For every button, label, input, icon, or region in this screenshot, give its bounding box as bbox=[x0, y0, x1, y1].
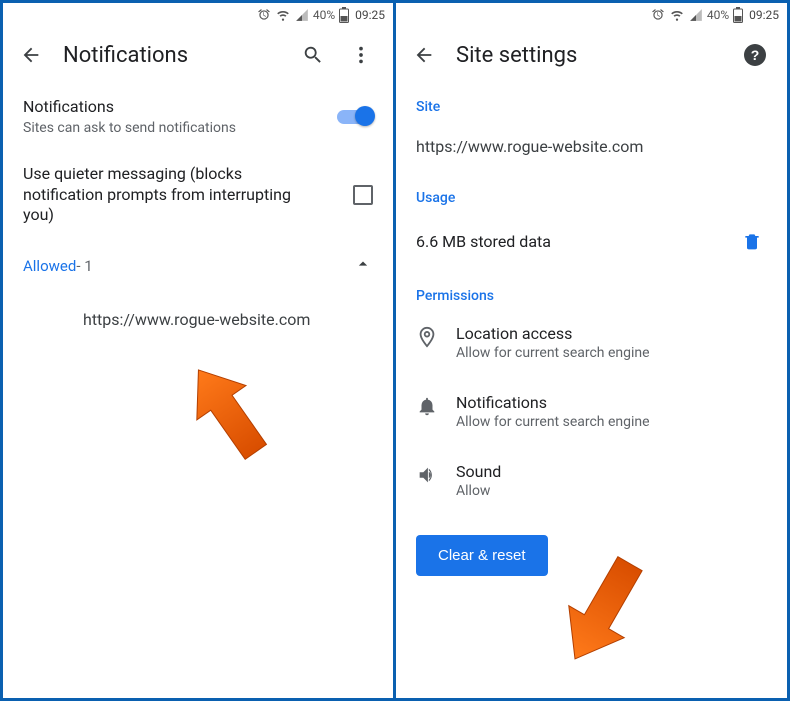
page-title: Notifications bbox=[55, 43, 289, 68]
sound-icon bbox=[416, 464, 438, 486]
notifications-switch-on[interactable] bbox=[337, 106, 373, 126]
bell-icon bbox=[416, 395, 438, 417]
allowed-count: - 1 bbox=[76, 257, 92, 275]
usage-row[interactable]: 6.6 MB stored data bbox=[416, 210, 767, 272]
help-button[interactable]: ? bbox=[731, 31, 779, 79]
permission-location-row[interactable]: Location access Allow for current search… bbox=[416, 308, 767, 377]
app-header-right: Site settings ? bbox=[396, 27, 787, 83]
notifications-title: Notifications bbox=[23, 97, 333, 118]
permission-title: Sound bbox=[456, 462, 767, 481]
search-button[interactable] bbox=[289, 31, 337, 79]
chevron-up-icon bbox=[353, 254, 373, 274]
overflow-menu-button[interactable] bbox=[337, 31, 385, 79]
quieter-messaging-title: Use quieter messaging (blocks notificati… bbox=[23, 164, 313, 226]
search-icon bbox=[302, 44, 324, 66]
permission-notifications-row[interactable]: Notifications Allow for current search e… bbox=[416, 377, 767, 446]
permission-title: Location access bbox=[456, 324, 767, 343]
allowed-site-url: https://www.rogue-website.com bbox=[83, 310, 310, 329]
permission-subtitle: Allow for current search engine bbox=[456, 414, 767, 430]
notifications-subtitle: Sites can ask to send notifications bbox=[23, 120, 333, 136]
app-header-left: Notifications bbox=[3, 27, 393, 83]
back-button[interactable] bbox=[400, 31, 448, 79]
help-icon: ? bbox=[744, 44, 766, 66]
permission-sound-row[interactable]: Sound Allow bbox=[416, 446, 767, 515]
back-arrow-icon bbox=[20, 44, 42, 66]
permission-title: Notifications bbox=[456, 393, 767, 412]
usage-text: 6.6 MB stored data bbox=[416, 232, 737, 251]
allowed-section-header[interactable]: Allowed - 1 bbox=[23, 240, 373, 292]
allowed-label: Allowed bbox=[23, 257, 76, 275]
location-icon bbox=[416, 326, 438, 348]
permission-subtitle: Allow for current search engine bbox=[456, 345, 767, 361]
notifications-toggle-row[interactable]: Notifications Sites can ask to send noti… bbox=[23, 83, 373, 150]
allowed-site-item[interactable]: https://www.rogue-website.com bbox=[23, 292, 373, 347]
usage-section-label: Usage bbox=[416, 174, 767, 210]
quieter-messaging-row[interactable]: Use quieter messaging (blocks notificati… bbox=[23, 150, 373, 240]
quieter-checkbox-unchecked[interactable] bbox=[353, 185, 373, 205]
page-title: Site settings bbox=[448, 43, 731, 68]
clear-and-reset-button[interactable]: Clear & reset bbox=[416, 535, 548, 576]
permission-subtitle: Allow bbox=[456, 483, 767, 499]
back-arrow-icon bbox=[413, 44, 435, 66]
site-section-label: Site bbox=[416, 83, 767, 119]
permissions-section-label: Permissions bbox=[416, 272, 767, 308]
site-url: https://www.rogue-website.com bbox=[416, 119, 767, 174]
delete-usage-button[interactable] bbox=[737, 226, 767, 256]
back-button[interactable] bbox=[7, 31, 55, 79]
more-vert-icon bbox=[350, 44, 372, 66]
trash-icon bbox=[742, 231, 762, 251]
